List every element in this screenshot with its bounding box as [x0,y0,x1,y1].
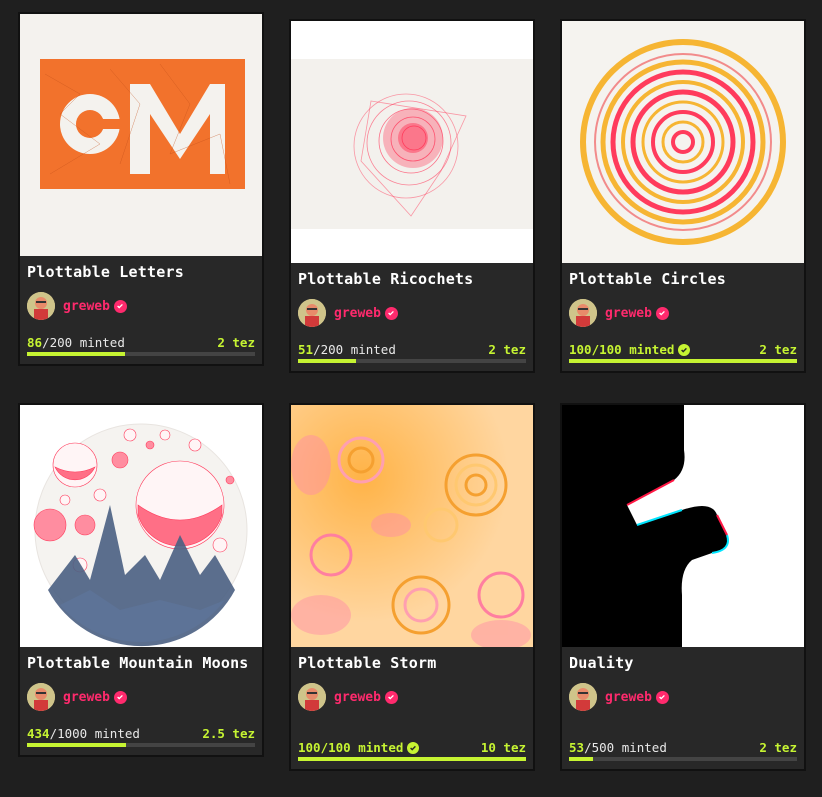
artwork-title[interactable]: Plottable Letters [27,262,255,283]
mint-progress-fill [27,352,126,356]
price: 2 tez [759,740,797,755]
artist-row[interactable]: greweb [569,682,797,712]
mint-progress-fill [569,359,797,363]
mint-progress-bar [298,757,526,761]
artist-avatar[interactable] [569,299,597,327]
artist-name[interactable]: greweb [605,690,652,705]
mint-progress-bar [27,352,255,356]
artwork-title[interactable]: Duality [569,653,797,674]
nft-card[interactable]: Duality greweb 53/500 minted 2 tez [560,403,806,771]
artist-row[interactable]: greweb [27,682,255,712]
mint-count: 100/100 minted [298,740,420,755]
artwork-title[interactable]: Plottable Ricochets [298,269,526,290]
mint-status: 434/1000 minted 2.5 tez [27,726,255,741]
sold-out-check-icon [678,343,691,356]
artist-name[interactable]: greweb [334,306,381,321]
artwork-thumbnail[interactable] [20,405,262,647]
mint-progress-bar [569,757,797,761]
artwork-thumbnail[interactable] [291,21,533,263]
artist-name[interactable]: greweb [334,690,381,705]
nft-card[interactable]: Plottable Mountain Moons greweb 434/1000… [18,403,264,757]
mint-status: 86/200 minted 2 tez [27,335,255,350]
artist-avatar[interactable] [27,683,55,711]
artist-avatar[interactable] [298,683,326,711]
artwork-thumbnail[interactable] [562,21,804,263]
mint-status: 100/100 minted 10 tez [298,740,526,755]
artist-row[interactable]: greweb [298,682,526,712]
artwork-thumbnail[interactable] [562,405,804,647]
artist-name[interactable]: greweb [63,690,110,705]
nft-card[interactable]: Plottable Circles greweb 100/100 minted … [560,19,806,373]
mint-status: 100/100 minted 2 tez [569,342,797,357]
price: 2 tez [488,342,526,357]
artwork-title[interactable]: Plottable Circles [569,269,797,290]
verified-icon [113,299,127,313]
artist-name[interactable]: greweb [63,299,110,314]
mint-count: 434/1000 minted [27,726,140,741]
artist-row[interactable]: greweb [27,291,255,321]
mint-progress-bar [27,743,255,747]
verified-icon [113,690,127,704]
mint-count: 100/100 minted [569,342,691,357]
artist-avatar[interactable] [27,292,55,320]
artist-name[interactable]: greweb [605,306,652,321]
verified-icon [384,306,398,320]
price: 10 tez [480,740,526,755]
artist-avatar[interactable] [569,683,597,711]
artwork-thumbnail[interactable] [291,405,533,647]
verified-icon [384,690,398,704]
artwork-thumbnail[interactable] [20,14,262,256]
mint-progress-bar [298,359,526,363]
mint-count: 51/200 minted [298,342,396,357]
price: 2.5 tez [202,726,255,741]
nft-card[interactable]: Plottable Storm greweb 100/100 minted 10… [289,403,535,771]
artist-row[interactable]: greweb [569,298,797,328]
verified-icon [655,306,669,320]
nft-card[interactable]: Plottable Ricochets greweb 51/200 minted… [289,19,535,373]
artwork-title[interactable]: Plottable Mountain Moons [27,653,255,674]
artist-avatar[interactable] [298,299,326,327]
verified-icon [655,690,669,704]
price: 2 tez [759,342,797,357]
nft-card[interactable]: Plottable Letters greweb 86/200 minted 2… [18,12,264,366]
price: 2 tez [217,335,255,350]
artist-row[interactable]: greweb [298,298,526,328]
mint-progress-bar [569,359,797,363]
sold-out-check-icon [407,741,420,754]
mint-progress-fill [298,757,526,761]
artwork-title[interactable]: Plottable Storm [298,653,526,674]
mint-progress-fill [27,743,126,747]
mint-progress-fill [298,359,357,363]
mint-count: 53/500 minted [569,740,667,755]
mint-status: 51/200 minted 2 tez [298,342,526,357]
mint-count: 86/200 minted [27,335,125,350]
mint-status: 53/500 minted 2 tez [569,740,797,755]
mint-progress-fill [569,757,594,761]
